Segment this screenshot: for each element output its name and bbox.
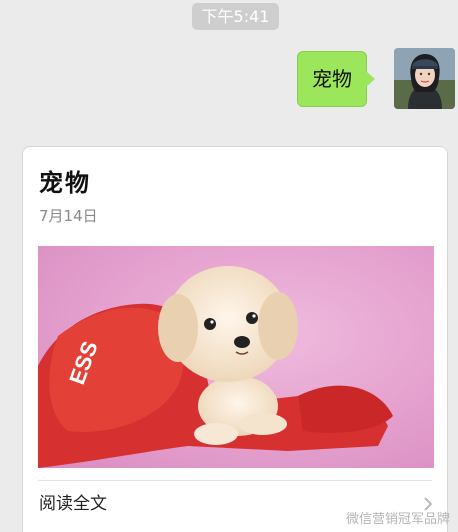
outgoing-message-bubble[interactable]: 宠物 — [297, 51, 375, 107]
message-timestamp: 下午5:41 — [192, 3, 279, 30]
user-avatar[interactable] — [394, 48, 455, 109]
card-divider — [38, 480, 432, 481]
read-full-article-link[interactable]: 阅读全文 — [39, 489, 107, 514]
article-title: 宠物 — [39, 169, 91, 197]
article-date: 7月14日 — [39, 207, 98, 225]
puppy-photo[interactable]: ESS — [38, 246, 434, 468]
watermark: 微信营销冠军品牌 — [345, 512, 450, 527]
article-card[interactable]: 宠物 7月14日 ESS 阅读全文 — [22, 146, 448, 532]
